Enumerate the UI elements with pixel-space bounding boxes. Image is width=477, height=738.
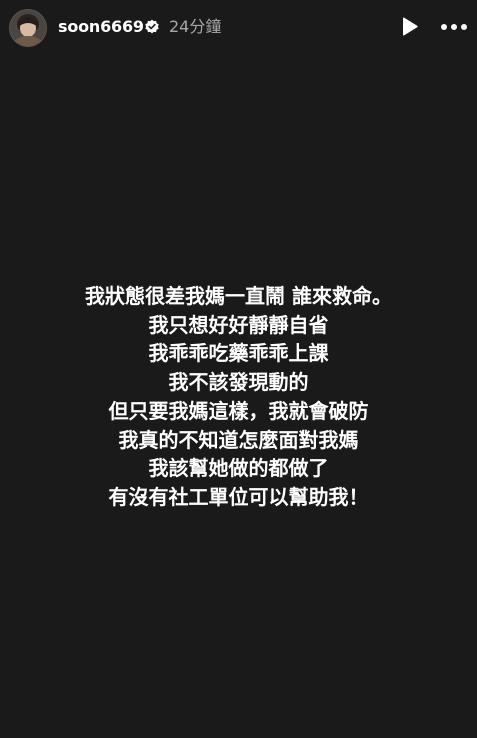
username[interactable]: soon6669 <box>58 17 144 37</box>
more-options-icon[interactable] <box>440 17 468 37</box>
story-header: soon6669 24分鐘 <box>0 0 477 56</box>
avatar[interactable] <box>9 9 47 47</box>
story-viewer: soon6669 24分鐘 我狀態很差我媽一直鬧 誰來救命。 我只想好好靜靜自省… <box>0 0 477 738</box>
play-icon[interactable] <box>398 16 420 38</box>
story-text-line: 我不該發現動的 <box>168 370 309 395</box>
story-text-line: 我該幫她做的都做了 <box>148 456 329 481</box>
story-text: 我狀態很差我媽一直鬧 誰來救命。 我只想好好靜靜自省 我乖乖吃藥乖乖上課 我不該… <box>0 282 477 512</box>
story-text-line: 我狀態很差我媽一直鬧 誰來救命。 <box>85 284 392 308</box>
verified-badge-icon <box>144 19 160 35</box>
post-timestamp: 24分鐘 <box>169 17 222 36</box>
story-text-line: 有沒有社工單位可以幫助我！ <box>108 484 369 509</box>
story-text-line: 我乖乖吃藥乖乖上課 <box>148 341 329 366</box>
story-text-line: 但只要我媽這樣，我就會破防 <box>108 398 369 423</box>
story-text-line: 我真的不知道怎麼面對我媽 <box>118 427 359 452</box>
story-text-line: 我只想好好靜靜自省 <box>148 312 329 337</box>
avatar-image <box>9 9 47 47</box>
